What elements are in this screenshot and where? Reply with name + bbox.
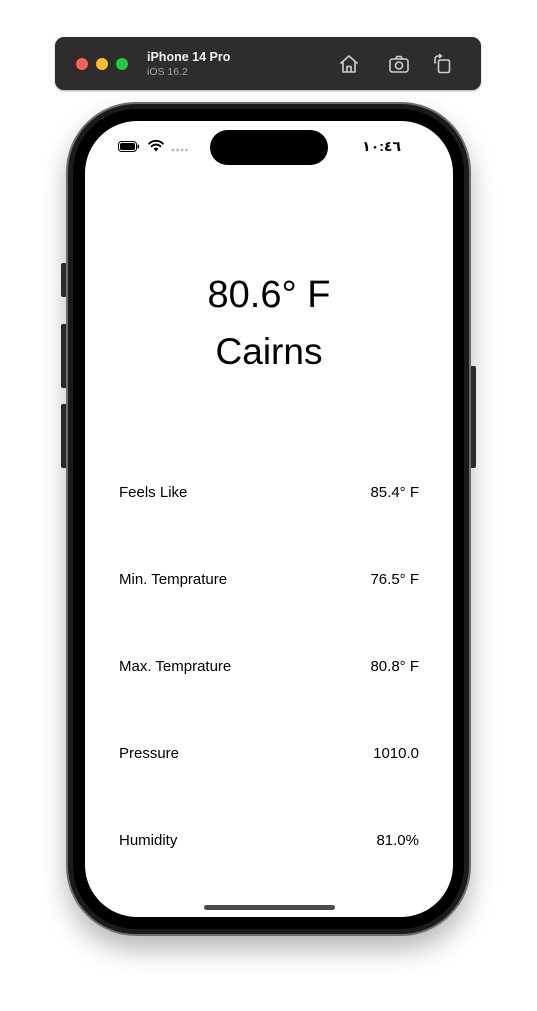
stat-value: 1010.0 (373, 745, 419, 762)
stat-label: Humidity (119, 832, 178, 849)
device-name: iPhone 14 Pro (147, 50, 231, 64)
battery-icon (118, 141, 140, 152)
stat-label: Feels Like (119, 484, 188, 501)
stat-row-humidity: Humidity 81.0% (119, 832, 419, 854)
stat-value: 76.5° F (370, 571, 419, 588)
cellular-signal-icon (171, 147, 189, 153)
current-temperature: 80.6° F (207, 274, 331, 316)
window-zoom-button[interactable] (116, 58, 128, 70)
home-indicator[interactable] (204, 905, 335, 910)
window-minimize-button[interactable] (96, 58, 108, 70)
stat-row-max-temperature: Max. Temprature 80.8° F (119, 658, 419, 680)
stat-value: 81.0% (376, 832, 419, 849)
wifi-icon (148, 139, 164, 152)
city-name: Cairns (215, 331, 323, 372)
stat-label: Max. Temprature (119, 658, 232, 675)
screenshot-icon[interactable] (387, 52, 411, 76)
stat-row-pressure: Pressure 1010.0 (119, 745, 419, 767)
stat-label: Pressure (119, 745, 180, 762)
window-close-button[interactable] (76, 58, 88, 70)
simulator-stage: iPhone 14 Pro iOS 16.2 ١٠:٤٦ 80.6° F Cai… (0, 0, 537, 1011)
stat-row-feels-like: Feels Like 85.4° F (119, 484, 419, 506)
dynamic-island (210, 130, 328, 165)
stat-value: 85.4° F (370, 484, 419, 501)
simulator-toolbar: iPhone 14 Pro iOS 16.2 (55, 37, 481, 90)
stat-label: Min. Temprature (119, 571, 228, 588)
rotate-icon[interactable] (431, 52, 455, 76)
status-time: ١٠:٤٦ (362, 138, 401, 154)
stat-value: 80.8° F (370, 658, 419, 675)
phone-screen: ١٠:٤٦ 80.6° F Cairns Feels Like 85.4° F … (85, 121, 453, 917)
os-version: iOS 16.2 (147, 66, 188, 78)
home-icon[interactable] (337, 52, 361, 76)
stat-row-min-temperature: Min. Temprature 76.5° F (119, 571, 419, 593)
